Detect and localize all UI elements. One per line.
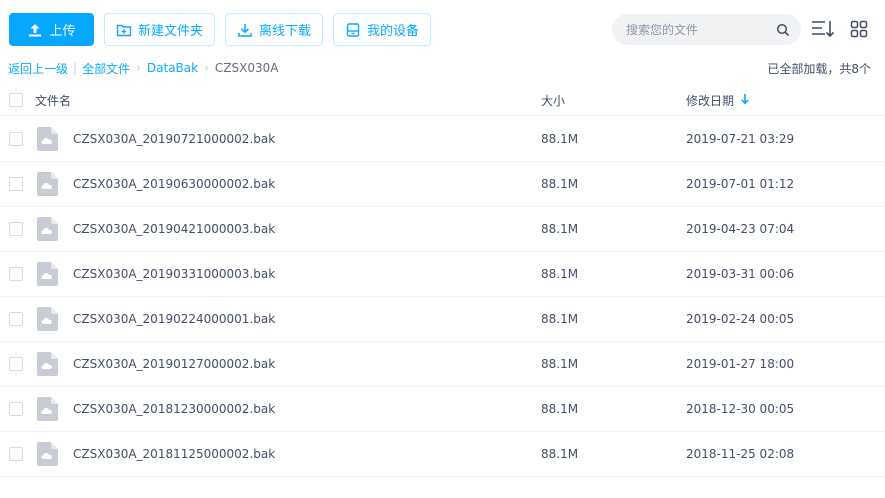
cloud-file-icon — [37, 307, 58, 331]
breadcrumb-separator-icon: › — [204, 61, 209, 75]
file-name-link[interactable]: CZSX030A_20190421000003.bak — [73, 222, 275, 236]
file-size: 88.1M — [541, 222, 579, 236]
offline-download-button[interactable]: 离线下载 — [225, 13, 323, 46]
column-modified-header[interactable]: 修改日期 — [686, 92, 750, 109]
file-row[interactable]: CZSX030A_20181230000002.bak 88.1M 2018-1… — [0, 387, 885, 432]
file-list-header: 文件名 大小 修改日期 — [0, 83, 885, 116]
file-row[interactable]: CZSX030A_20181125000002.bak 88.1M 2018-1… — [0, 432, 885, 477]
my-devices-button[interactable]: 我的设备 — [333, 13, 431, 46]
row-checkbox[interactable] — [9, 447, 23, 461]
my-devices-label: 我的设备 — [366, 24, 419, 39]
cloud-file-icon — [37, 127, 58, 151]
file-row[interactable]: CZSX030A_20190127000002.bak 88.1M 2019-0… — [0, 342, 885, 387]
row-checkbox[interactable] — [9, 402, 23, 416]
file-row[interactable]: CZSX030A_20190421000003.bak 88.1M 2019-0… — [0, 207, 885, 252]
column-modified-label: 修改日期 — [686, 94, 735, 108]
file-modified-date: 2019-01-27 18:00 — [686, 357, 795, 371]
download-icon — [237, 22, 253, 38]
file-name-link[interactable]: CZSX030A_20190127000002.bak — [73, 357, 275, 371]
toolbar: 上传 新建文件夹 离线下载 我的设备 — [0, 0, 885, 58]
file-size: 88.1M — [541, 132, 579, 146]
search-box — [612, 14, 801, 45]
cloud-file-icon — [37, 172, 58, 196]
cloud-file-icon — [37, 352, 58, 376]
column-size-header[interactable]: 大小 — [541, 92, 565, 109]
column-name-header[interactable]: 文件名 — [35, 92, 71, 109]
file-modified-date: 2019-07-01 01:12 — [686, 177, 795, 191]
offline-download-label: 离线下载 — [258, 24, 311, 39]
file-name-link[interactable]: CZSX030A_20190721000002.bak — [73, 132, 275, 146]
breadcrumb-all-files-link[interactable]: 全部文件 — [82, 60, 130, 77]
file-name-link[interactable]: CZSX030A_20190331000003.bak — [73, 267, 275, 281]
file-row[interactable]: CZSX030A_20190630000002.bak 88.1M 2019-0… — [0, 162, 885, 207]
select-all-checkbox[interactable] — [9, 93, 23, 107]
file-row[interactable]: CZSX030A_20190331000003.bak 88.1M 2019-0… — [0, 252, 885, 297]
file-modified-date: 2019-04-23 07:04 — [686, 222, 795, 236]
upload-icon — [27, 22, 43, 38]
cloud-file-icon — [37, 217, 58, 241]
file-row[interactable]: CZSX030A_20190224000001.bak 88.1M 2019-0… — [0, 297, 885, 342]
file-size: 88.1M — [541, 402, 579, 416]
file-list: CZSX030A_20190721000002.bak 88.1M 2019-0… — [0, 117, 885, 477]
file-size: 88.1M — [541, 447, 579, 461]
file-name-link[interactable]: CZSX030A_20190224000001.bak — [73, 312, 275, 326]
row-checkbox[interactable] — [9, 357, 23, 371]
file-modified-date: 2019-07-21 03:29 — [686, 132, 795, 146]
cloud-file-icon — [37, 397, 58, 421]
file-name-link[interactable]: CZSX030A_20190630000002.bak — [73, 177, 275, 191]
file-size: 88.1M — [541, 357, 579, 371]
breadcrumb-divider: | — [73, 61, 78, 75]
search-icon[interactable] — [775, 22, 791, 38]
file-size: 88.1M — [541, 177, 579, 191]
file-size: 88.1M — [541, 312, 579, 326]
arrow-down-icon — [740, 93, 750, 108]
file-size: 88.1M — [541, 267, 579, 281]
file-name-link[interactable]: CZSX030A_20181125000002.bak — [73, 447, 275, 461]
upload-button[interactable]: 上传 — [9, 13, 94, 46]
file-modified-date: 2018-12-30 00:05 — [686, 402, 795, 416]
search-input[interactable] — [626, 22, 775, 37]
cloud-file-icon — [37, 262, 58, 286]
loaded-status: 已全部加载，共8个 — [767, 62, 871, 76]
row-checkbox[interactable] — [9, 222, 23, 236]
row-checkbox[interactable] — [9, 132, 23, 146]
cloud-file-icon — [37, 442, 58, 466]
row-checkbox[interactable] — [9, 312, 23, 326]
new-folder-label: 新建文件夹 — [137, 24, 203, 39]
breadcrumb-current: CZSX030A — [214, 61, 279, 75]
breadcrumb: 返回上一级 | 全部文件 › DataBak › CZSX030A — [8, 60, 278, 76]
file-modified-date: 2019-02-24 00:05 — [686, 312, 795, 326]
folder-plus-icon — [116, 22, 132, 38]
breadcrumb-separator-icon: › — [136, 61, 141, 75]
file-row[interactable]: CZSX030A_20190721000002.bak 88.1M 2019-0… — [0, 117, 885, 162]
row-checkbox[interactable] — [9, 177, 23, 191]
grid-view-icon[interactable] — [847, 18, 871, 40]
upload-label: 上传 — [49, 24, 76, 39]
device-icon — [345, 22, 361, 38]
file-modified-date: 2018-11-25 02:08 — [686, 447, 795, 461]
sort-list-icon[interactable] — [811, 18, 835, 40]
file-modified-date: 2019-03-31 00:06 — [686, 267, 795, 281]
breadcrumb-back-link[interactable]: 返回上一级 — [8, 60, 68, 77]
new-folder-button[interactable]: 新建文件夹 — [104, 13, 215, 46]
row-checkbox[interactable] — [9, 267, 23, 281]
breadcrumb-folder-link[interactable]: DataBak — [147, 61, 198, 75]
file-name-link[interactable]: CZSX030A_20181230000002.bak — [73, 402, 275, 416]
